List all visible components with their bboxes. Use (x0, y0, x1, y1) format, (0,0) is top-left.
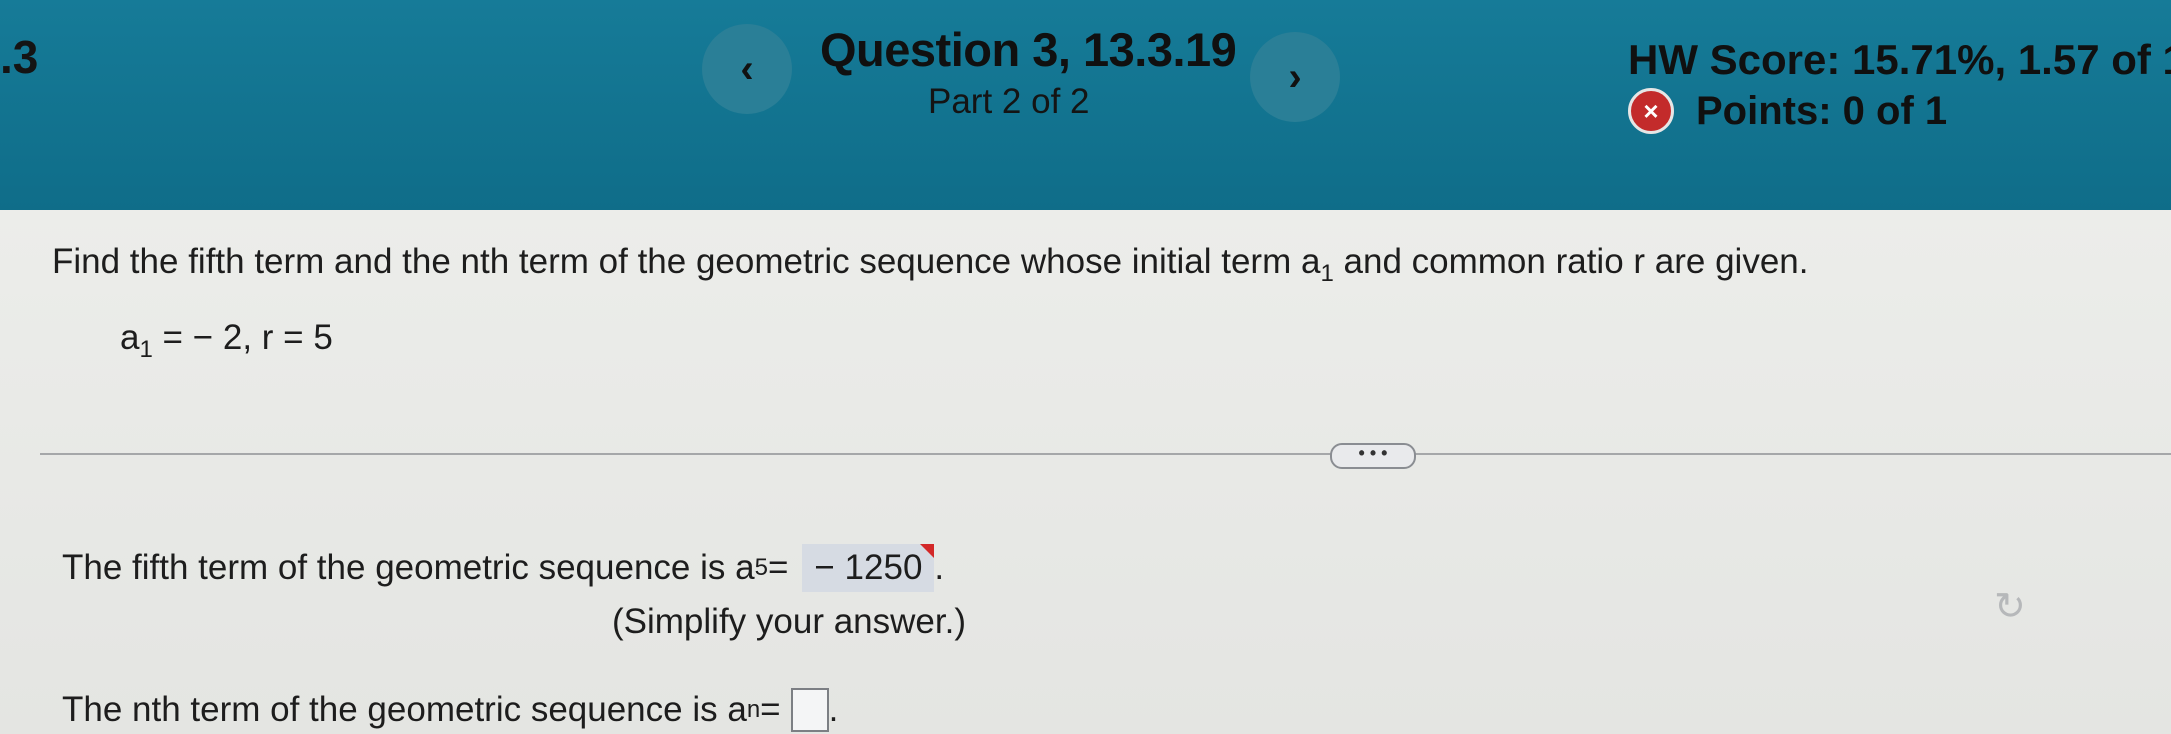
question-panel: Find the fifth term and the nth term of … (0, 210, 2171, 734)
points-text: Points: 0 of 1 (1696, 88, 1948, 133)
question-part: Part 2 of 2 (928, 82, 1090, 121)
next-question-button[interactable]: › (1250, 32, 1340, 122)
given-values: a1 = − 2, r = 5 (120, 318, 333, 364)
nth-term-label: The nth term of the geometric sequence i… (62, 690, 747, 729)
fifth-term-answer-box[interactable]: − 1250 (802, 544, 935, 592)
header-bar: .3 ‹ Question 3, 13.3.19 Part 2 of 2 › H… (0, 0, 2171, 210)
fifth-term-subscript: 5 (754, 554, 768, 581)
given-subscript: 1 (139, 336, 153, 363)
question-prompt: Find the fifth term and the nth term of … (52, 242, 1808, 288)
more-options-button[interactable]: • • • (1330, 443, 1416, 469)
points-row: × Points: 0 of 1 (1628, 88, 1947, 134)
chevron-left-icon: ‹ (740, 46, 754, 91)
prompt-text-start: Find the fifth term and the nth term of … (52, 242, 1321, 281)
hw-score: HW Score: 15.71%, 1.57 of 10 p (1628, 36, 2171, 83)
chevron-right-icon: › (1288, 54, 1302, 99)
fifth-term-period: . (934, 548, 945, 587)
reload-icon: ↻ (1994, 586, 2026, 628)
incorrect-x-icon: × (1628, 88, 1674, 134)
prompt-subscript: 1 (1320, 260, 1334, 287)
nth-term-input[interactable] (790, 688, 829, 732)
fifth-term-label: The fifth term of the geometric sequence… (62, 548, 755, 587)
section-divider (40, 453, 2171, 455)
nth-term-period: . (828, 690, 839, 729)
fifth-term-row: The fifth term of the geometric sequence… (62, 544, 944, 592)
hw-question-number: .3 (0, 31, 39, 83)
nth-term-subscript: n (746, 696, 761, 723)
fifth-term-equals: = (767, 548, 789, 587)
simplify-instruction: (Simplify your answer.) (612, 602, 966, 641)
nth-term-equals: = (760, 690, 781, 729)
nth-term-row: The nth term of the geometric sequence i… (62, 688, 838, 732)
given-rest: = − 2, r = 5 (152, 318, 333, 357)
given-a: a (120, 318, 140, 357)
prompt-text-end: and common ratio r are given. (1333, 242, 1809, 281)
question-title: Question 3, 13.3.19 (820, 23, 1237, 76)
previous-question-button[interactable]: ‹ (702, 24, 792, 114)
